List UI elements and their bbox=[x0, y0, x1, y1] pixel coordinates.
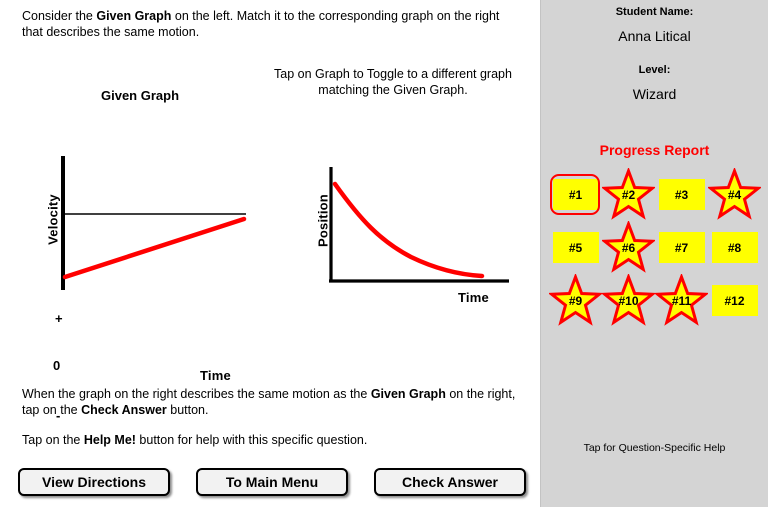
progress-item-10[interactable]: #10 bbox=[602, 274, 655, 327]
progress-box bbox=[659, 179, 705, 210]
progress-box bbox=[712, 285, 758, 316]
given-graph-ytick-plus: + bbox=[55, 311, 63, 326]
given-graph: Velocity Time + 0 - bbox=[20, 150, 280, 423]
star-icon bbox=[655, 274, 708, 326]
answer-graph-xlabel: Time bbox=[458, 290, 489, 305]
level-label: Level: bbox=[638, 64, 671, 76]
instruction-check-answer: When the graph on the right describes th… bbox=[22, 386, 527, 418]
level-value: Wizard bbox=[632, 86, 677, 102]
given-graph-data-line bbox=[62, 216, 247, 280]
star-icon bbox=[602, 221, 655, 273]
star-icon bbox=[602, 168, 655, 220]
given-graph-xlabel: Time bbox=[200, 368, 231, 383]
progress-box bbox=[712, 232, 758, 263]
instruction-check-bold-check-answer: Check Answer bbox=[81, 403, 167, 417]
check-answer-button[interactable]: Check Answer bbox=[374, 468, 526, 496]
star-icon bbox=[549, 274, 602, 326]
progress-item-8[interactable]: #8 bbox=[708, 221, 761, 274]
toggle-hint: Tap on Graph to Toggle to a different gr… bbox=[274, 67, 512, 97]
progress-item-11[interactable]: #11 bbox=[655, 274, 708, 327]
instruction-help-bold-help-me: Help Me! bbox=[83, 433, 136, 447]
question-panel: Consider the Given Graph on the left. Ma… bbox=[0, 0, 540, 507]
progress-item-9[interactable]: #9 bbox=[549, 274, 602, 327]
given-graph-title: Given Graph bbox=[100, 88, 180, 103]
answer-graph-data-curve bbox=[332, 181, 485, 279]
instruction-help-part-b: button for help with this specific quest… bbox=[135, 433, 368, 447]
student-name-value: Anna Litical bbox=[618, 28, 691, 44]
student-name-label: Student Name: bbox=[615, 6, 694, 18]
star-icon bbox=[708, 168, 761, 220]
progress-report-title: Progress Report bbox=[599, 142, 710, 158]
help-hint-text: Tap for Question-Specific Help bbox=[583, 442, 726, 454]
progress-item-1[interactable]: #1 bbox=[549, 168, 602, 221]
instruction-help-me: Tap on the Help Me! button for help with… bbox=[22, 432, 527, 448]
progress-report-grid: #1 #2 #3 #4 #5 #6 #7 #8 #9 #10 #11 #12 bbox=[549, 168, 761, 328]
app-root: Consider the Given Graph on the left. Ma… bbox=[0, 0, 768, 507]
progress-box bbox=[553, 232, 599, 263]
progress-item-12[interactable]: #12 bbox=[708, 274, 761, 327]
progress-box bbox=[659, 232, 705, 263]
to-main-menu-button[interactable]: To Main Menu bbox=[196, 468, 348, 496]
current-question-highlight bbox=[550, 174, 600, 215]
view-directions-button[interactable]: View Directions bbox=[18, 468, 170, 496]
progress-item-6[interactable]: #6 bbox=[602, 221, 655, 274]
instruction-top-bold-given-graph: Given Graph bbox=[96, 9, 172, 23]
progress-item-2[interactable]: #2 bbox=[602, 168, 655, 221]
instruction-check-part-c: button. bbox=[166, 403, 209, 417]
progress-item-4[interactable]: #4 bbox=[708, 168, 761, 221]
instruction-top-part-a: Consider the bbox=[22, 9, 97, 23]
instruction-help-part-a: Tap on the bbox=[22, 433, 84, 447]
given-graph-ylabel: Velocity bbox=[45, 194, 61, 245]
given-graph-ytick-zero: 0 bbox=[53, 358, 61, 373]
instruction-check-part-a: When the graph on the right describes th… bbox=[22, 387, 371, 401]
instruction-check-bold-given-graph: Given Graph bbox=[370, 387, 446, 401]
star-icon bbox=[602, 274, 655, 326]
instruction-top: Consider the Given Graph on the left. Ma… bbox=[22, 8, 522, 40]
progress-item-3[interactable]: #3 bbox=[655, 168, 708, 221]
status-panel: Student Name: Anna Litical Level: Wizard… bbox=[540, 0, 768, 507]
progress-item-7[interactable]: #7 bbox=[655, 221, 708, 274]
answer-graph-toggle[interactable]: Position Time bbox=[285, 165, 525, 310]
progress-item-5[interactable]: #5 bbox=[549, 221, 602, 274]
answer-graph-ylabel: Position bbox=[315, 194, 331, 247]
